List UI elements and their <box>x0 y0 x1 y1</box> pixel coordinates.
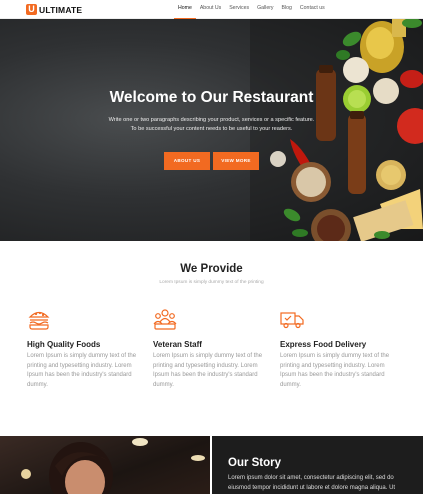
hero-subtitle-line-1: Write one or two paragraphs describing y… <box>108 117 315 123</box>
nav-about-us[interactable]: About Us <box>196 0 225 19</box>
section-subtitle: Lorem Ipsum is simply dummy text of the … <box>159 280 264 285</box>
service-card-delivery: Express Food Delivery Lorem Ipsum is sim… <box>280 307 398 390</box>
delivery-truck-icon <box>280 312 304 329</box>
logo-text: ULTIMATE <box>39 4 83 15</box>
burger-icon <box>28 311 50 330</box>
staff-icon <box>153 309 177 330</box>
hero-banner: Welcome to Our Restaurant Write one or t… <box>0 19 423 241</box>
story-text: Lorem ipsum dolor sit amet, consectetur … <box>228 475 396 491</box>
service-card-foods: High Quality Foods Lorem Ipsum is simply… <box>27 307 145 390</box>
hero-subtitle: Write one or two paragraphs describing y… <box>0 116 423 134</box>
service-text: Lorem Ipsum is simply dummy text of the … <box>153 353 263 388</box>
nav-services[interactable]: Services <box>225 0 253 19</box>
logo-mark: U <box>26 4 37 15</box>
view-more-button[interactable]: VIEW MORE <box>213 152 259 170</box>
service-title: High Quality Foods <box>27 340 101 349</box>
top-nav: U ULTIMATE Home About Us Services Galler… <box>0 0 423 19</box>
hero-title: Welcome to Our Restaurant <box>109 89 314 106</box>
nav-home[interactable]: Home <box>174 0 196 19</box>
service-card-staff: Veteran Staff Lorem Ipsum is simply dumm… <box>153 307 271 390</box>
main-menu: Home About Us Services Gallery Blog Cont… <box>174 0 329 19</box>
logo[interactable]: U ULTIMATE <box>26 3 82 16</box>
hero-subtitle-line-2: To be successful your content needs to b… <box>130 126 293 132</box>
our-story-panel: Our Story Lorem ipsum dolor sit amet, co… <box>212 436 423 494</box>
nav-contact-us[interactable]: Contact us <box>296 0 329 19</box>
woman-photo-illustration <box>21 438 205 494</box>
service-title: Veteran Staff <box>153 340 202 349</box>
nav-gallery[interactable]: Gallery <box>253 0 277 19</box>
story-title: Our Story <box>228 457 282 469</box>
about-us-button[interactable]: ABOUT US <box>164 152 210 170</box>
service-title: Express Food Delivery <box>280 340 367 349</box>
nav-blog[interactable]: Blog <box>278 0 296 19</box>
service-text: Lorem Ipsum is simply dummy text of the … <box>280 353 390 388</box>
service-text: Lorem Ipsum is simply dummy text of the … <box>27 353 137 388</box>
section-title: We Provide <box>180 263 243 275</box>
story-photo <box>0 436 210 494</box>
